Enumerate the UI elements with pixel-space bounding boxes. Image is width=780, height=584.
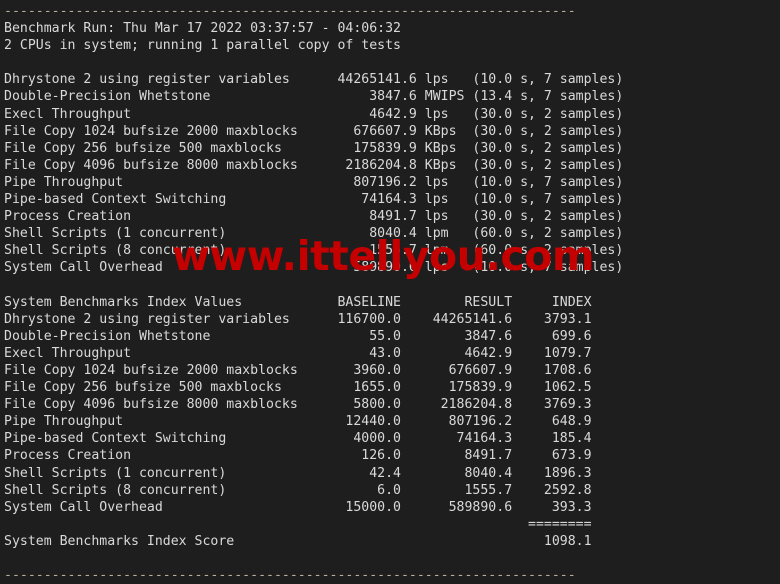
result-row: File Copy 1024 bufsize 2000 maxblocks 67… bbox=[4, 123, 624, 139]
score-line: System Benchmarks Index Score 1098.1 bbox=[4, 533, 592, 549]
result-row: System Call Overhead 589890.6 lps (10.0 … bbox=[4, 260, 624, 276]
result-row: Dhrystone 2 using register variables 442… bbox=[4, 72, 624, 88]
index-row: Pipe Throughput 12440.0 807196.2 648.9 bbox=[4, 414, 592, 430]
benchmark-run-line: Benchmark Run: Thu Mar 17 2022 03:37:57 … bbox=[4, 21, 401, 37]
result-row: Shell Scripts (1 concurrent) 8040.4 lpm … bbox=[4, 226, 624, 242]
index-row: Process Creation 126.0 8491.7 673.9 bbox=[4, 448, 592, 464]
index-row: Pipe-based Context Switching 4000.0 7416… bbox=[4, 431, 592, 447]
result-row: Pipe-based Context Switching 74164.3 lps… bbox=[4, 192, 624, 208]
result-row: Execl Throughput 4642.9 lps (30.0 s, 2 s… bbox=[4, 106, 624, 122]
index-row: File Copy 256 bufsize 500 maxblocks 1655… bbox=[4, 380, 592, 396]
result-row: Double-Precision Whetstone 3847.6 MWIPS … bbox=[4, 89, 624, 105]
result-row: File Copy 4096 bufsize 8000 maxblocks 21… bbox=[4, 157, 624, 173]
index-row: Shell Scripts (1 concurrent) 42.4 8040.4… bbox=[4, 465, 592, 481]
index-row: Shell Scripts (8 concurrent) 6.0 1555.7 … bbox=[4, 482, 592, 498]
index-row: System Call Overhead 15000.0 589890.6 39… bbox=[4, 499, 592, 515]
top-separator: ----------------------------------------… bbox=[4, 4, 576, 19]
bottom-separator: ----------------------------------------… bbox=[4, 568, 576, 584]
result-row: Pipe Throughput 807196.2 lps (10.0 s, 7 … bbox=[4, 174, 624, 190]
index-table-header: System Benchmarks Index Values BASELINE … bbox=[4, 294, 592, 310]
index-row: Execl Throughput 43.0 4642.9 1079.7 bbox=[4, 345, 592, 361]
index-row: File Copy 4096 bufsize 8000 maxblocks 58… bbox=[4, 397, 592, 413]
cpu-info-line: 2 CPUs in system; running 1 parallel cop… bbox=[4, 38, 401, 54]
result-row: File Copy 256 bufsize 500 maxblocks 1758… bbox=[4, 140, 624, 156]
index-row: Double-Precision Whetstone 55.0 3847.6 6… bbox=[4, 328, 592, 344]
result-row: Shell Scripts (8 concurrent) 1555.7 lpm … bbox=[4, 243, 624, 259]
score-rule: ======== bbox=[4, 516, 592, 532]
index-row: Dhrystone 2 using register variables 116… bbox=[4, 311, 592, 327]
result-row: Process Creation 8491.7 lps (30.0 s, 2 s… bbox=[4, 209, 624, 225]
terminal-output: ----------------------------------------… bbox=[0, 0, 780, 583]
index-row: File Copy 1024 bufsize 2000 maxblocks 39… bbox=[4, 362, 592, 378]
